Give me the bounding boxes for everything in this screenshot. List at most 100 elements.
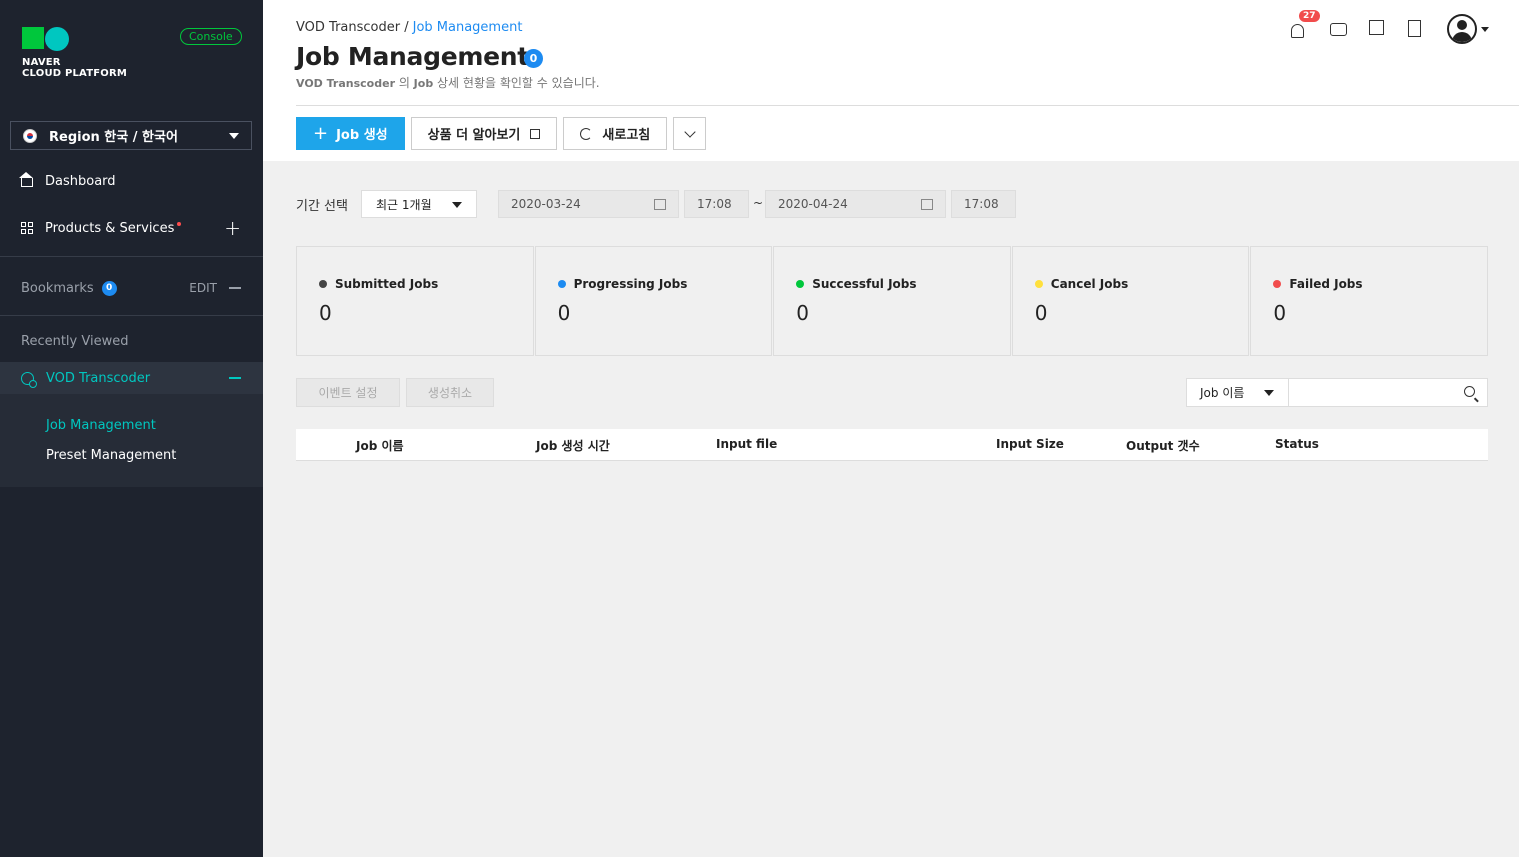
calendar-icon[interactable] (654, 199, 666, 210)
bell-icon (1291, 23, 1304, 38)
end-date-field[interactable]: 2020-04-24 (765, 190, 946, 218)
start-date-value: 2020-03-24 (511, 197, 581, 211)
calendar-icon[interactable] (921, 199, 933, 210)
column-job-name[interactable]: Job 이름 (356, 437, 404, 454)
end-time-value: 17:08 (964, 197, 999, 211)
breadcrumb-root[interactable]: VOD Transcoder / (296, 20, 409, 35)
event-settings-button[interactable]: 이벤트 설정 (296, 378, 400, 407)
sidebar-divider (0, 315, 263, 316)
column-created-time[interactable]: Job 생성 시간 (536, 437, 610, 454)
refresh-button[interactable]: 새로고침 (563, 117, 668, 150)
vod-transcoder-icon (21, 371, 37, 388)
column-input-file[interactable]: Input file (716, 437, 777, 451)
period-select[interactable]: 최근 1개월 (361, 190, 477, 218)
notification-button[interactable]: 27 (1291, 9, 1320, 39)
memo-button[interactable] (1369, 19, 1388, 39)
header: VOD Transcoder / Job Management Job Manag… (263, 0, 1519, 161)
status-dot-icon (319, 280, 327, 288)
logo-line1: NAVER (22, 57, 61, 68)
bookmarks-edit-button[interactable]: EDIT (189, 281, 217, 295)
stat-value: 0 (557, 301, 571, 325)
learn-more-label: 상품 더 알아보기 (427, 128, 521, 143)
nav-products-label: Products & Services (45, 220, 175, 236)
chat-button[interactable] (1330, 20, 1349, 39)
stat-label: Progressing Jobs (573, 277, 688, 291)
new-dot-icon (177, 222, 182, 226)
subtitle-job: Job (413, 77, 434, 90)
subtitle-mid: 의 (395, 76, 414, 90)
period-label: 기간 선택 (296, 199, 348, 214)
breadcrumb: VOD Transcoder / Job Management (296, 20, 522, 35)
page-subtitle: VOD Transcoder 의 Job 상세 현황을 확인할 수 있습니다. (296, 74, 600, 91)
sidebar-divider (0, 256, 263, 257)
search-icon[interactable] (1464, 386, 1475, 397)
guide-button[interactable] (1408, 19, 1427, 39)
naver-cloud-logo[interactable]: NAVER CLOUD PLATFORM (22, 27, 127, 79)
chevron-down-icon (684, 125, 696, 138)
status-dot-icon (1273, 280, 1282, 288)
vod-transcoder-label: VOD Transcoder (46, 370, 151, 386)
stat-successful: Successful Jobs 0 (773, 246, 1011, 356)
job-stats: Submitted Jobs 0 Progressing Jobs 0 Succ… (296, 246, 1488, 356)
stat-progressing: Progressing Jobs 0 (534, 246, 773, 356)
page-title: Job Management (296, 42, 529, 71)
stat-value: 0 (1273, 301, 1287, 325)
nav-dashboard[interactable]: Dashboard (0, 163, 263, 199)
column-status[interactable]: Status (1275, 437, 1319, 451)
start-time-value: 17:08 (697, 197, 732, 211)
stat-submitted: Submitted Jobs 0 (296, 246, 534, 356)
subtitle-service: VOD Transcoder (296, 77, 395, 90)
bookmarks-row: Bookmarks 0 EDIT (0, 270, 263, 306)
search-field-value: Job 이름 (1200, 386, 1245, 400)
caret-down-icon (229, 133, 239, 139)
nav-vod-transcoder[interactable]: VOD Transcoder (0, 362, 263, 394)
home-icon (19, 172, 33, 187)
column-input-size[interactable]: Input Size (996, 437, 1064, 451)
search-box: Job 이름 (1186, 378, 1488, 407)
region-select[interactable]: Region 한국 / 한국어 (10, 121, 252, 150)
subtitle-rest: 상세 현황을 확인할 수 있습니다. (433, 76, 600, 90)
chat-icon (1330, 22, 1347, 36)
more-button[interactable] (673, 117, 707, 150)
header-divider (296, 105, 1519, 106)
cancel-creation-button[interactable]: 생성취소 (406, 378, 494, 407)
stat-failed: Failed Jobs 0 (1250, 246, 1488, 356)
caret-down-icon (1264, 390, 1274, 396)
plus-icon[interactable]: + (224, 216, 241, 240)
nav-dashboard-label: Dashboard (45, 173, 116, 189)
stat-value: 0 (796, 301, 809, 325)
start-time-field[interactable]: 17:08 (684, 190, 749, 218)
book-icon (1408, 19, 1421, 37)
start-date-field[interactable]: 2020-03-24 (498, 190, 679, 218)
toolbar: + Job 생성 상품 더 알아보기 새로고침 (296, 117, 707, 150)
sub-item-job-management[interactable]: Job Management (46, 418, 156, 433)
range-separator: ~ (753, 196, 764, 210)
status-dot-icon (796, 280, 805, 288)
console-badge[interactable]: Console (180, 28, 242, 45)
stat-cancel: Cancel Jobs 0 (1011, 246, 1250, 356)
caret-down-icon (452, 202, 462, 208)
sub-item-preset-management[interactable]: Preset Management (46, 448, 176, 463)
vod-sub-menu: Job Management Preset Management (0, 394, 263, 487)
learn-more-button[interactable]: 상품 더 알아보기 (410, 117, 558, 150)
nav-products-services[interactable]: Products & Services + (0, 210, 263, 246)
stat-value: 0 (1034, 301, 1048, 325)
logo-text: NAVER CLOUD PLATFORM (22, 57, 127, 79)
avatar-caret-icon[interactable] (1481, 26, 1489, 32)
create-job-button[interactable]: + Job 생성 (296, 117, 405, 150)
status-dot-icon (1034, 280, 1043, 288)
stat-label: Failed Jobs (1289, 277, 1363, 291)
avatar[interactable] (1447, 14, 1477, 44)
bookmarks-count-badge: 0 (101, 280, 117, 296)
recently-viewed-label: Recently Viewed (21, 333, 129, 349)
collapse-bookmarks-icon[interactable] (229, 287, 241, 289)
job-table-header: Job 이름 Job 생성 시간 Input file Input Size O… (296, 429, 1488, 461)
breadcrumb-current[interactable]: Job Management (413, 20, 523, 35)
end-time-field[interactable]: 17:08 (951, 190, 1016, 218)
stat-label: Submitted Jobs (335, 277, 439, 291)
notification-badge: 27 (1299, 9, 1320, 22)
search-field-select[interactable]: Job 이름 (1187, 379, 1289, 406)
collapse-vod-icon[interactable] (229, 377, 241, 379)
search-input[interactable] (1289, 379, 1487, 406)
column-output-count[interactable]: Output 갯수 (1126, 437, 1200, 454)
